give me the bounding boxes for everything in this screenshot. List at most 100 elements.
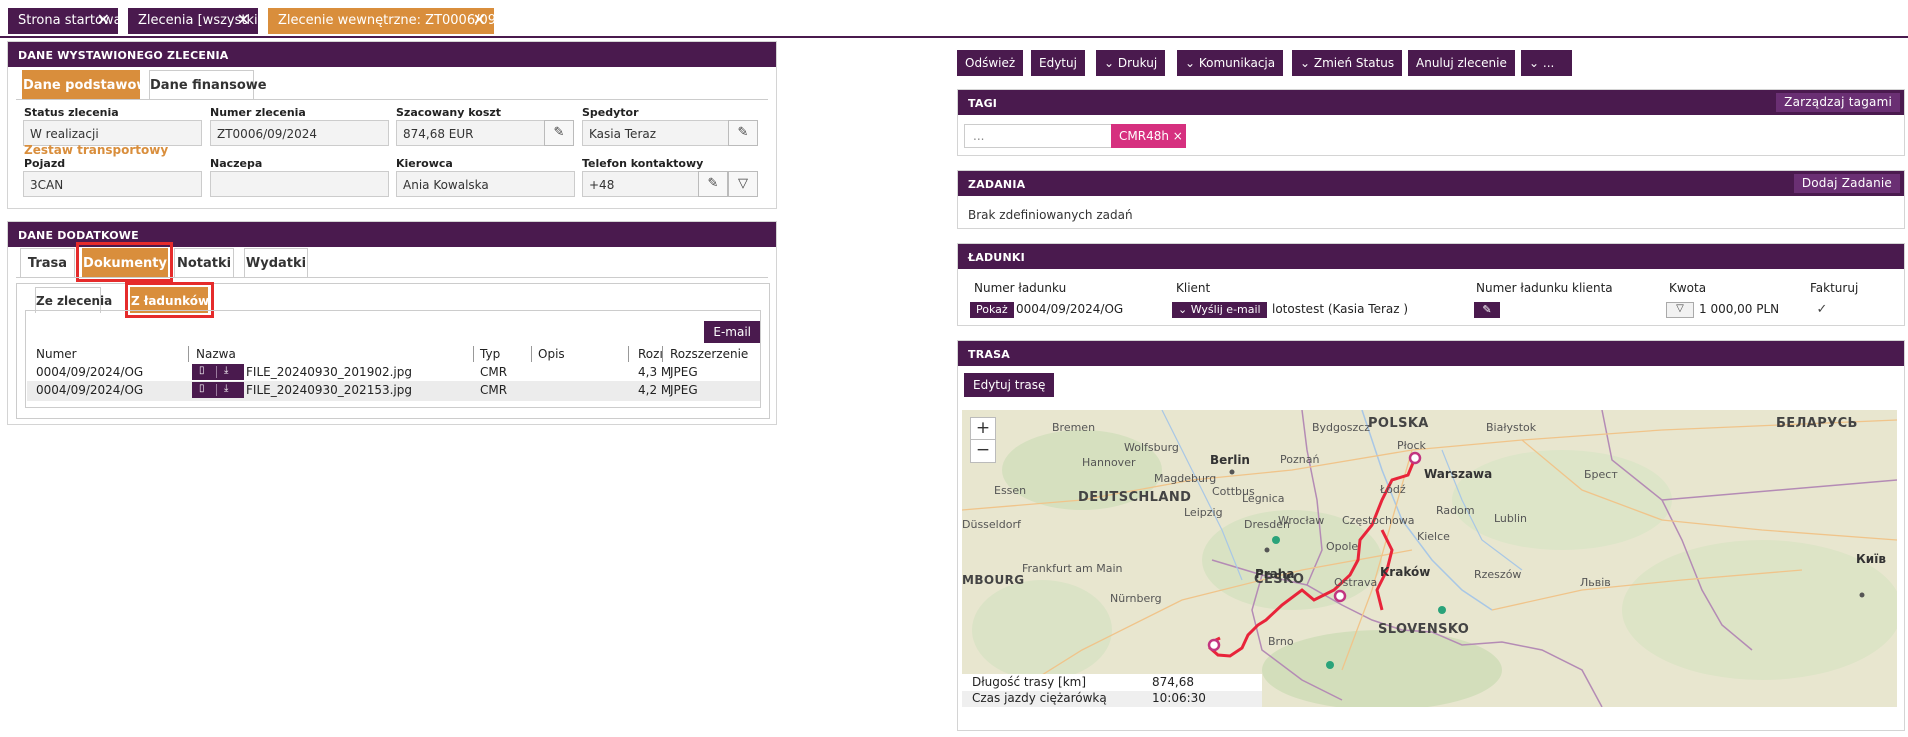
col-name[interactable]: Nazwa [196, 347, 236, 361]
cancel-order-button[interactable]: Anuluj zlecenie [1408, 50, 1515, 76]
add-task-button[interactable]: Dodaj Zadanie [1793, 174, 1900, 193]
col-amount[interactable]: Kwota [1669, 281, 1706, 295]
cell-name: FILE_20240930_201902.jpg [246, 365, 412, 379]
download-icon[interactable]: ⤓ [224, 383, 228, 394]
tab-route[interactable]: Trasa [20, 248, 75, 278]
show-load-button[interactable]: Pokaż [970, 302, 1014, 318]
tag-input[interactable]: ... [964, 124, 1112, 148]
route-length-value: 874,68 [1152, 675, 1194, 689]
load-number: 0004/09/2024/OG [1016, 302, 1124, 316]
tab-basic-data[interactable]: Dane podstawowe [22, 70, 157, 100]
print-button[interactable]: ⌄ Drukuj [1096, 50, 1166, 76]
refresh-button[interactable]: Odśwież [957, 50, 1024, 76]
order-number-field[interactable]: ZT0006/09/2024 [210, 120, 389, 146]
col-separator[interactable] [188, 346, 189, 362]
file-buttons: ▯ ⤓ [192, 364, 244, 380]
file-icon[interactable]: ▯ [199, 383, 205, 394]
drive-time-row: Czas jazdy ciężarówką 10:06:30 [962, 691, 1262, 707]
invoice-checkbox[interactable]: ✓ [1814, 302, 1830, 318]
col-load-number[interactable]: Numer ładunku [974, 281, 1066, 295]
map-label-slovensko: SLOVENSKO [1378, 622, 1470, 637]
load-amount: 1 000,00 PLN [1699, 302, 1780, 316]
file-icon[interactable]: ▯ [199, 365, 205, 376]
route-map[interactable]: POLSKA БЕЛАРУСЬ DEUTSCHLAND ČESKO SLOVEN… [962, 410, 1897, 707]
col-separator[interactable] [628, 346, 629, 362]
map-label-radom: Radom [1436, 504, 1475, 517]
send-email-label: Wyślij e-mail [1190, 303, 1261, 316]
col-client-load-number[interactable]: Numer ładunku klienta [1476, 281, 1613, 295]
vehicle-label: Pojazd [24, 157, 66, 170]
tab-orders-all-label: Zlecenia [wszystkie] [138, 13, 271, 28]
col-type[interactable]: Typ [480, 347, 500, 361]
map-label-brno: Brno [1268, 635, 1294, 648]
change-status-button[interactable]: ⌄ Zmień Status [1292, 50, 1403, 76]
col-client[interactable]: Klient [1176, 281, 1210, 295]
close-icon[interactable]: ✕ [237, 12, 250, 28]
edit-icon[interactable]: ✎ [728, 120, 758, 146]
edit-route-button[interactable]: Edytuj trasę [964, 373, 1055, 397]
dropdown-icon[interactable]: ▽ [1666, 302, 1694, 318]
tab-internal-order[interactable]: Zlecenie wewnętrzne: ZT0006/09/2024 ✕ [268, 8, 533, 34]
zoom-in-button[interactable]: + [970, 417, 996, 441]
route-stats: Długość trasy [km] 874,68 Czas jazdy cię… [962, 674, 1262, 707]
close-icon[interactable]: ✕ [473, 12, 486, 28]
tab-orders-all[interactable]: Zlecenia [wszystkie] ✕ [128, 8, 271, 34]
map-label-belarus: БЕЛАРУСЬ [1776, 416, 1858, 431]
drive-time-label: Czas jazdy ciężarówką [972, 691, 1107, 705]
col-size[interactable]: Rozı [638, 347, 663, 361]
col-invoice[interactable]: Fakturuj [1810, 281, 1858, 295]
cell-type: CMR [480, 365, 508, 379]
driver-label: Kierowca [396, 157, 453, 170]
stop-marker [1333, 589, 1347, 603]
transport-set-link[interactable]: Zestaw transportowy [24, 143, 168, 157]
tags-panel: TAGI Zarządzaj tagami ... CMR48h × [957, 89, 1905, 156]
col-separator[interactable] [531, 346, 532, 362]
map-label-opole: Opole [1326, 540, 1359, 553]
tab-notes[interactable]: Notatki [174, 248, 234, 278]
map-label-bialystok: Białystok [1486, 421, 1537, 434]
zoom-out-button[interactable]: − [970, 439, 996, 463]
edit-icon[interactable]: ✎ [1474, 302, 1500, 318]
map-label-praha: Praha [1255, 567, 1295, 581]
vehicle-field[interactable]: 3CAN [23, 171, 202, 197]
edit-button[interactable]: Edytuj [1031, 50, 1085, 76]
col-separator[interactable] [473, 346, 474, 362]
col-description[interactable]: Opis [538, 347, 565, 361]
send-email-button[interactable]: ⌄ Wyślij e-mail [1172, 302, 1267, 318]
col-separator[interactable] [662, 346, 663, 362]
cost-field[interactable]: 874,68 EUR [396, 120, 546, 146]
tab-expenses[interactable]: Wydatki [244, 248, 308, 278]
tasks-empty-text: Brak zdefiniowanych zadań [968, 208, 1133, 222]
route-title: TRASA [958, 341, 1904, 366]
dropdown-icon[interactable]: ▽ [728, 171, 758, 197]
edit-icon[interactable]: ✎ [698, 171, 728, 197]
manage-tags-button[interactable]: Zarządzaj tagami [1776, 93, 1900, 112]
map-label-bydgoszcz: Bydgoszcz [1312, 421, 1371, 434]
tab-home[interactable]: Strona startowa ✕ [8, 8, 122, 34]
tab-financial-data[interactable]: Dane finansowe [149, 70, 267, 100]
loads-title: ŁADUNKI [958, 244, 1904, 269]
tags-title-text: TAGI [968, 97, 998, 110]
close-icon[interactable]: ✕ [97, 12, 110, 28]
more-button[interactable]: ⌄ ... [1521, 50, 1572, 76]
forwarder-label: Spedytor [582, 106, 639, 119]
tag-chip[interactable]: CMR48h × [1111, 124, 1186, 148]
edit-icon[interactable]: ✎ [544, 120, 574, 146]
trailer-field[interactable] [210, 171, 389, 197]
route-length-label: Długość trasy [km] [972, 675, 1087, 689]
tab-internal-order-label: Zlecenie wewnętrzne: ZT0006/09/2024 [278, 13, 534, 28]
phone-field[interactable]: +48 [582, 171, 700, 197]
col-extension[interactable]: Rozszerzenie [670, 347, 748, 361]
driver-field[interactable]: Ania Kowalska [396, 171, 575, 197]
download-icon[interactable]: ⤓ [224, 365, 228, 376]
cell-number: 0004/09/2024/OG [36, 365, 144, 379]
map-label-polska: POLSKA [1368, 416, 1429, 431]
email-button[interactable]: E-mail [704, 321, 760, 343]
communication-button[interactable]: ⌄ Komunikacja [1177, 50, 1284, 76]
map-label-mbourg: MBOURG [962, 573, 1025, 587]
forwarder-field[interactable]: Kasia Teraz [582, 120, 730, 146]
documents-box: Ze zlecenia Z ładunków E-mail Numer Nazw… [16, 282, 770, 419]
map-label-wroclaw: Wrocław [1278, 514, 1325, 527]
table-row[interactable]: 0004/09/2024/OG ▯ ⤓ FILE_20240930_202153… [27, 381, 760, 401]
col-number[interactable]: Numer [36, 347, 77, 361]
